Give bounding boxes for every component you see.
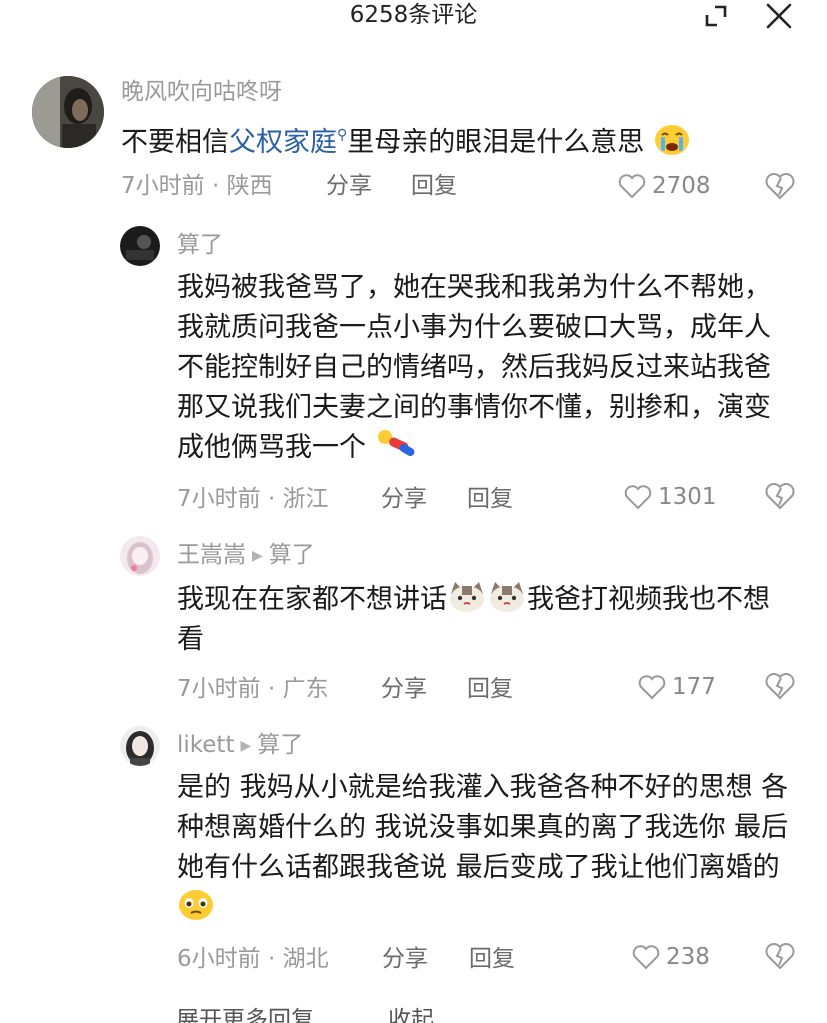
comment-text-part: 是的 我妈从小就是给我灌入我爸各种不好的思想 各种想离婚什么的 我说没事如果真的… <box>177 772 789 883</box>
heart-icon <box>624 485 652 510</box>
comment-meta: 6小时前 · 湖北 <box>177 946 329 972</box>
like-count: 177 <box>672 674 716 700</box>
cat-face-emoji-icon <box>490 582 524 612</box>
like-count: 238 <box>666 944 710 970</box>
comment-text: 不要相信父权家庭⚲里母亲的眼泪是什么意思 <box>121 115 801 163</box>
like-button[interactable]: 1301 <box>624 482 717 512</box>
crying-face-icon <box>654 125 689 155</box>
avatar[interactable] <box>120 726 160 766</box>
username[interactable]: 算了 <box>177 230 223 260</box>
reply-button[interactable]: 回复 <box>469 944 515 974</box>
search-keyword-link[interactable]: 父权家庭 <box>229 127 337 158</box>
comment-text: 我现在在家都不想讲话 我爸打视频我也不想看 <box>177 580 789 660</box>
avatar[interactable] <box>120 226 160 266</box>
username-link[interactable]: 王嵩嵩 <box>177 542 246 568</box>
search-icon[interactable]: ⚲ <box>337 127 347 143</box>
like-button[interactable]: 177 <box>638 672 716 702</box>
falling-person-emoji-icon <box>377 430 415 456</box>
share-button[interactable]: 分享 <box>381 484 427 514</box>
comment-meta: 7小时前 · 浙江 <box>177 486 329 512</box>
reply-to-username[interactable]: 算了 <box>257 732 303 758</box>
username[interactable]: 晚风吹向咕咚呀 <box>121 77 282 107</box>
like-button[interactable]: 238 <box>632 942 710 972</box>
reply-to-username[interactable]: 算了 <box>269 542 315 568</box>
reply-arrow-icon: ▶ <box>240 738 252 754</box>
avatar[interactable] <box>32 76 104 148</box>
dislike-heart-icon[interactable] <box>765 941 795 971</box>
heart-icon <box>632 945 660 970</box>
comment-text: 是的 我妈从小就是给我灌入我爸各种不好的思想 各种想离婚什么的 我说没事如果真的… <box>177 768 797 928</box>
pleading-face-emoji-icon <box>179 890 213 920</box>
reply-arrow-icon: ▶ <box>252 548 263 564</box>
reply-button[interactable]: 回复 <box>467 484 513 514</box>
username-link[interactable]: likett <box>177 732 234 758</box>
username: likett ▶ 算了 <box>177 730 303 761</box>
comment-meta: 7小时前 · 陕西 <box>121 173 273 199</box>
dislike-heart-icon[interactable] <box>765 481 795 511</box>
comment-meta: 7小时前 · 广东 <box>177 676 329 702</box>
close-icon[interactable] <box>765 2 793 30</box>
collapse-button[interactable]: 收起 <box>388 1007 434 1023</box>
share-button[interactable]: 分享 <box>381 674 427 704</box>
like-count: 1301 <box>658 484 717 510</box>
comment-text-part: 不要相信 <box>121 127 229 158</box>
dislike-heart-icon[interactable] <box>765 171 795 201</box>
like-button[interactable]: 2708 <box>618 171 711 201</box>
heart-icon <box>618 174 646 199</box>
avatar[interactable] <box>120 536 160 576</box>
expand-more-replies-button[interactable]: 展开更多回复 <box>176 1007 314 1023</box>
cat-face-emoji-icon <box>450 582 484 612</box>
share-button[interactable]: 分享 <box>382 944 428 974</box>
expand-icon[interactable] <box>702 2 730 30</box>
dislike-heart-icon[interactable] <box>765 671 795 701</box>
replies-footer: 展开更多回复 收起 <box>176 1005 508 1023</box>
comment-text-part: 里母亲的眼泪是什么意思 <box>347 127 645 158</box>
reply-button[interactable]: 回复 <box>467 674 513 704</box>
comment-text-part: 我妈被我爸骂了，她在哭我和我弟为什么不帮她，我就质问我爸一点小事为什么要破口大骂… <box>177 272 771 463</box>
like-count: 2708 <box>652 173 711 199</box>
share-button[interactable]: 分享 <box>326 171 372 201</box>
heart-icon <box>638 675 666 700</box>
comment-text: 我妈被我爸骂了，她在哭我和我弟为什么不帮她，我就质问我爸一点小事为什么要破口大骂… <box>177 268 789 468</box>
username: 王嵩嵩 ▶ 算了 <box>177 540 315 571</box>
reply-button[interactable]: 回复 <box>411 171 457 201</box>
comment-text-part: 我现在在家都不想讲话 <box>177 584 447 615</box>
comments-header: 6258条评论 <box>0 0 827 36</box>
